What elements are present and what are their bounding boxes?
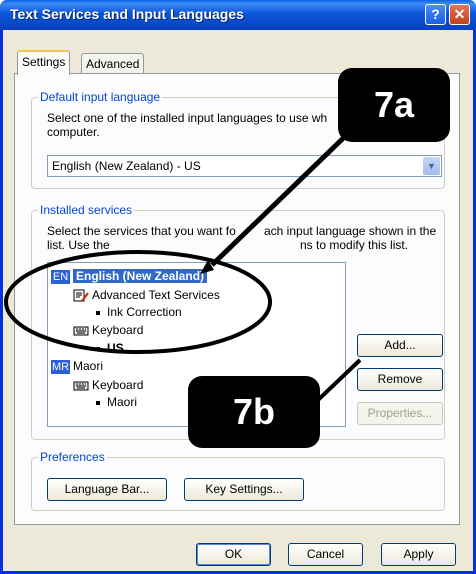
callout-b-pointer [316, 358, 362, 402]
callout-7a: 7a [338, 68, 450, 142]
callout-a-pointer [210, 120, 362, 267]
highlight-ellipse [4, 250, 272, 354]
callout-7b: 7b [188, 376, 320, 448]
